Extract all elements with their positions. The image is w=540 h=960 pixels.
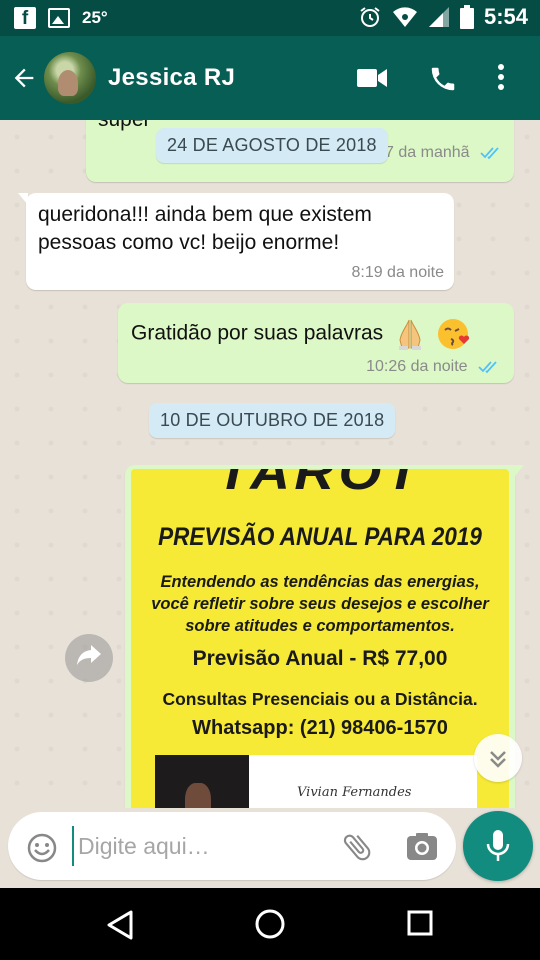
nav-home-icon[interactable] [254, 908, 286, 940]
temperature: 25° [82, 8, 108, 27]
forward-button[interactable] [65, 634, 113, 682]
voice-record-button[interactable] [463, 811, 533, 881]
battery-icon [459, 5, 474, 29]
poster-consult: Consultas Presenciais ou a Distância. [162, 689, 478, 709]
double-check-icon [480, 147, 499, 160]
message-text: Gratidão por suas palavras [131, 321, 384, 345]
poster-image[interactable]: TAROT PREVISÃO ANUAL PARA 2019 Entendend… [131, 469, 509, 808]
more-vert-icon[interactable] [496, 62, 506, 92]
paperclip-icon[interactable] [340, 830, 374, 864]
chat-header: Jessica RJ [0, 36, 540, 120]
double-chevron-down-icon [490, 751, 506, 768]
kiss-emoji [437, 319, 469, 349]
poster-desc-line: você refletir sobre seus desejos e escol… [151, 595, 489, 613]
alarm-icon [360, 7, 380, 27]
contact-name[interactable]: Jessica RJ [108, 64, 235, 92]
poster-subtitle: PREVISÃO ANUAL PARA 2019 [158, 523, 482, 551]
poster-description: Entendendo as tendências das energias, v… [131, 571, 509, 637]
message-outgoing[interactable]: Gratidão por suas palavras 10:26 da noit… [118, 303, 514, 383]
avatar[interactable] [44, 52, 96, 104]
phone-icon[interactable] [428, 64, 458, 94]
message-incoming[interactable]: queridona!!! ainda bem que existem pesso… [18, 193, 454, 290]
date-chip: 10 DE OUTUBRO DE 2018 [149, 403, 396, 438]
emoji-icon[interactable] [26, 832, 58, 864]
message-time: 10:26 da noite [366, 358, 468, 375]
signal-icon [428, 7, 449, 27]
message-time: 8:19 da noite [351, 264, 444, 281]
poster-price: Previsão Anual - R$ 77,00 [192, 647, 448, 670]
facebook-icon: f [14, 7, 36, 29]
system-nav-bar [0, 888, 540, 960]
message-input[interactable] [72, 826, 322, 866]
camera-icon[interactable] [406, 832, 438, 862]
message-text: super [98, 120, 151, 134]
video-call-icon[interactable] [356, 66, 388, 90]
clock: 5:54 [483, 4, 528, 29]
message-body: Gratidão por suas palavras [131, 317, 471, 351]
message-meta: 10:26 da noite [366, 358, 500, 376]
date-chip: 24 DE AGOSTO DE 2018 [156, 128, 388, 163]
poster-whatsapp: Whatsapp: (21) 98406-1570 [192, 717, 448, 739]
back-arrow-icon[interactable] [10, 64, 38, 92]
status-bar: f 25° 5:54 [0, 0, 540, 36]
folded-hands-emoji [398, 319, 421, 350]
poster-card: Vivian Fernandes [155, 755, 477, 808]
wifi-icon [392, 7, 417, 27]
nav-back-icon[interactable] [106, 910, 134, 940]
status-bar-right: 5:54 [358, 4, 528, 30]
poster-title: TAROT [216, 469, 424, 500]
poster-signature: Vivian Fernandes [297, 785, 412, 800]
double-check-icon [478, 361, 497, 374]
chat-area[interactable]: super 10:37 da manhã 24 DE AGOSTO DE 201… [0, 120, 540, 808]
nav-recents-icon[interactable] [407, 910, 433, 936]
image-message[interactable]: TAROT PREVISÃO ANUAL PARA 2019 Entendend… [125, 465, 524, 808]
poster-photo [155, 755, 249, 808]
forward-icon [77, 645, 101, 665]
poster-desc-line: sobre atitudes e comportamentos. [185, 617, 455, 635]
status-bar-left: f 25° [14, 7, 108, 29]
poster-desc-line: Entendendo as tendências das energias, [160, 573, 480, 591]
compose-box [8, 812, 456, 880]
scroll-down-button[interactable] [474, 734, 522, 782]
mic-icon [486, 830, 510, 861]
image-icon [48, 8, 70, 28]
message-text: queridona!!! ainda bem que existem pesso… [38, 203, 372, 254]
input-bar [0, 808, 540, 888]
